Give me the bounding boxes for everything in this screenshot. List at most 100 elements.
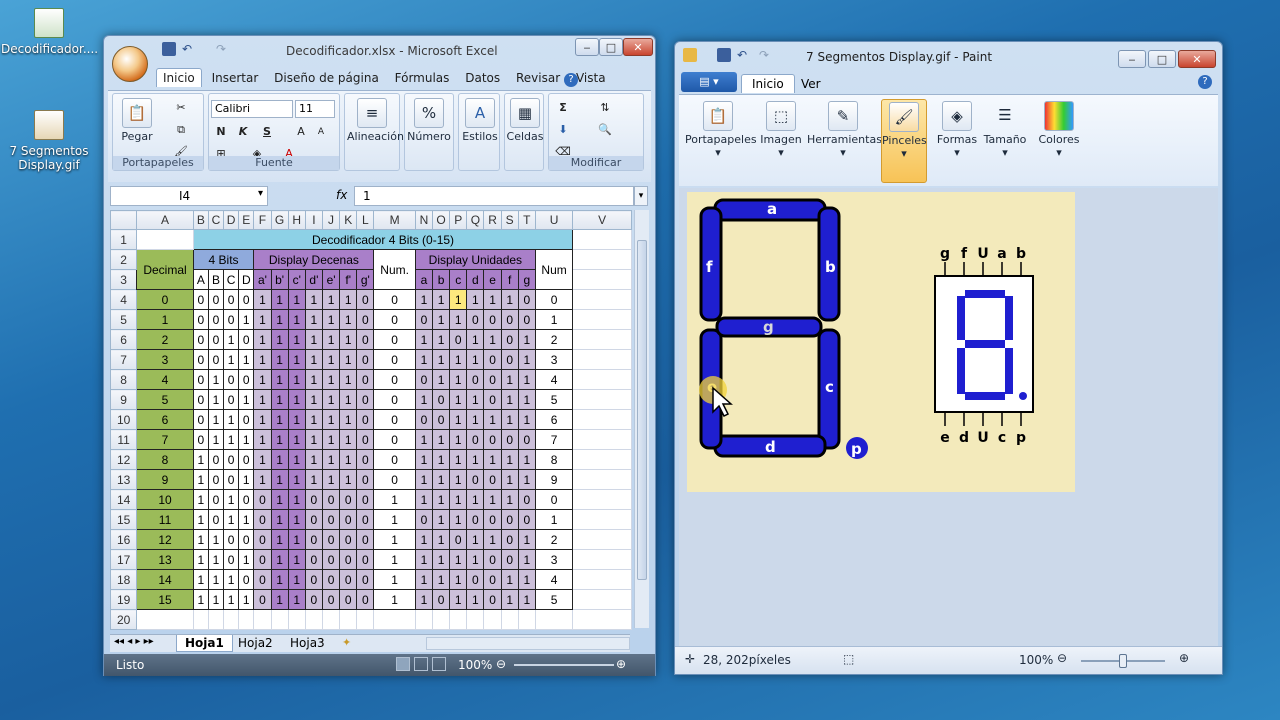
tab-inicio[interactable]: Inicio: [741, 74, 795, 93]
cell[interactable]: 0: [414, 369, 433, 390]
cell[interactable]: 1: [192, 489, 209, 510]
cell[interactable]: 0: [500, 549, 519, 570]
cell[interactable]: 1: [270, 429, 289, 450]
cell[interactable]: 1: [431, 289, 451, 310]
cell[interactable]: 1: [192, 509, 209, 530]
cell[interactable]: 1: [517, 569, 536, 590]
cell[interactable]: [572, 569, 632, 590]
cell[interactable]: 0: [356, 549, 375, 570]
redo-icon[interactable]: ↷: [759, 48, 773, 62]
row-header[interactable]: 14: [109, 489, 138, 510]
cell[interactable]: 0: [483, 389, 502, 410]
cell[interactable]: [136, 229, 194, 250]
cell[interactable]: 1: [223, 429, 240, 450]
cell[interactable]: [356, 609, 375, 630]
cell[interactable]: 0: [356, 289, 375, 310]
tab-insertar[interactable]: Insertar: [206, 69, 265, 87]
cell[interactable]: 0: [483, 509, 502, 530]
cell[interactable]: 0: [356, 509, 375, 530]
cell[interactable]: 1: [449, 589, 468, 610]
cell[interactable]: [304, 609, 323, 630]
cell[interactable]: 1: [373, 589, 416, 610]
clipboard-button[interactable]: 📋 Portapapeles ▾: [685, 101, 757, 159]
cell[interactable]: 1: [339, 309, 358, 330]
cell[interactable]: 0: [483, 349, 502, 370]
cell[interactable]: 6: [136, 409, 194, 430]
cell[interactable]: 1: [414, 389, 433, 410]
cell[interactable]: [238, 609, 255, 630]
cell[interactable]: 1: [414, 529, 433, 550]
cell[interactable]: 1: [414, 589, 433, 610]
cell[interactable]: 0: [192, 409, 209, 430]
cell[interactable]: 1: [517, 389, 536, 410]
cell[interactable]: 5: [534, 389, 574, 410]
cell[interactable]: 0: [223, 289, 240, 310]
view-pagebreak-icon[interactable]: [432, 657, 446, 671]
cell[interactable]: 1: [238, 309, 255, 330]
cell[interactable]: 0: [238, 529, 255, 550]
cell[interactable]: 0: [304, 529, 323, 550]
cell[interactable]: 0: [356, 449, 375, 470]
cell[interactable]: 1: [466, 549, 485, 570]
column-header[interactable]: F: [253, 210, 272, 230]
cell[interactable]: 1: [287, 449, 306, 470]
cell[interactable]: 0: [483, 369, 502, 390]
column-header[interactable]: S: [500, 210, 519, 230]
cell[interactable]: 0: [356, 309, 375, 330]
zoom-slider-thumb[interactable]: [1119, 654, 1127, 668]
cell[interactable]: 1: [321, 369, 341, 390]
cell[interactable]: 1: [431, 569, 451, 590]
cell[interactable]: 1: [270, 589, 289, 610]
cell[interactable]: 0: [517, 309, 536, 330]
cell[interactable]: 0: [500, 509, 519, 530]
cell[interactable]: [466, 609, 485, 630]
cell[interactable]: [500, 609, 519, 630]
cell[interactable]: 1: [517, 529, 536, 550]
cell[interactable]: 1: [431, 429, 451, 450]
cell[interactable]: 1: [253, 309, 272, 330]
cell[interactable]: 1: [238, 429, 255, 450]
cell[interactable]: 1: [449, 489, 468, 510]
cell[interactable]: 0: [321, 529, 341, 550]
cell[interactable]: [287, 609, 306, 630]
cell[interactable]: 6: [534, 409, 574, 430]
cell[interactable]: 1: [304, 429, 323, 450]
cell[interactable]: [339, 609, 358, 630]
cell[interactable]: [223, 609, 240, 630]
cell[interactable]: 0: [238, 329, 255, 350]
cell[interactable]: Display Unidades: [414, 249, 536, 270]
cell[interactable]: 0: [223, 529, 240, 550]
cell[interactable]: 0: [192, 369, 209, 390]
cell[interactable]: 1: [287, 409, 306, 430]
save-icon[interactable]: [717, 48, 731, 62]
cell[interactable]: [431, 609, 451, 630]
cell[interactable]: 1: [414, 329, 433, 350]
cell[interactable]: 1: [517, 549, 536, 570]
cell[interactable]: 0: [339, 489, 358, 510]
cell[interactable]: 0: [238, 449, 255, 470]
cell[interactable]: 1: [270, 409, 289, 430]
sheet-tab-hoja1[interactable]: Hoja1: [176, 635, 233, 652]
cell[interactable]: 1: [517, 449, 536, 470]
row-header[interactable]: 16: [109, 529, 138, 550]
cell[interactable]: 1: [270, 509, 289, 530]
cell[interactable]: 0: [304, 569, 323, 590]
cell[interactable]: 1: [449, 369, 468, 390]
column-header[interactable]: J: [321, 210, 341, 230]
cell[interactable]: [572, 509, 632, 530]
cell[interactable]: d: [466, 269, 485, 290]
cell[interactable]: 1: [253, 349, 272, 370]
cell[interactable]: 1: [287, 349, 306, 370]
column-header[interactable]: P: [449, 210, 468, 230]
cell[interactable]: 1: [517, 329, 536, 350]
close-button[interactable]: ✕: [1178, 50, 1216, 68]
cell[interactable]: 1: [414, 429, 433, 450]
cell[interactable]: 1: [339, 389, 358, 410]
cell[interactable]: 1: [287, 589, 306, 610]
row-header[interactable]: 12: [109, 449, 138, 470]
column-header[interactable]: K: [339, 210, 358, 230]
cell[interactable]: [253, 609, 272, 630]
cell[interactable]: 1: [483, 409, 502, 430]
cell[interactable]: 1: [207, 569, 225, 590]
column-header[interactable]: A: [136, 210, 194, 230]
